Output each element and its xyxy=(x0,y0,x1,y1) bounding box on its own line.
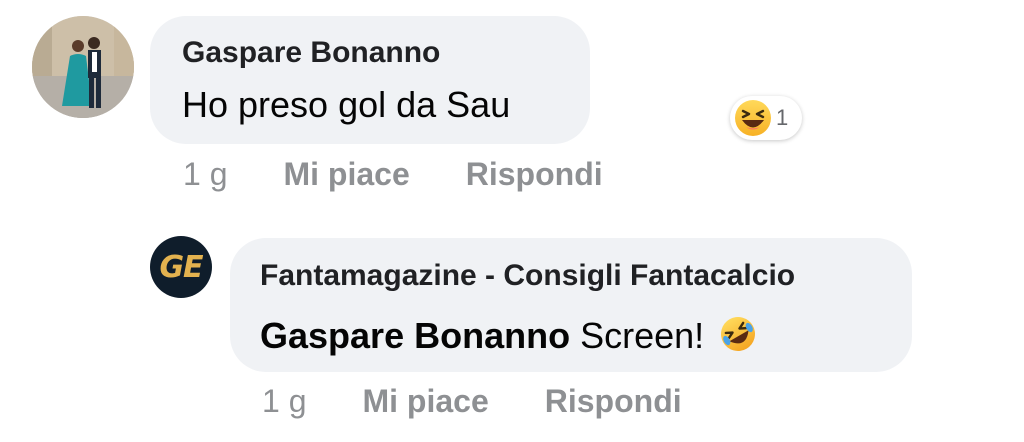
reply-like-button[interactable]: Mi piace xyxy=(362,383,488,420)
comment-text: Ho preso gol da Sau xyxy=(182,84,511,125)
reply-text: Gaspare Bonanno Screen! xyxy=(260,314,758,357)
reply-author[interactable]: Fantamagazine - Consigli Fantacalcio xyxy=(260,259,795,293)
page-avatar[interactable]: GE xyxy=(150,236,212,298)
comment-author[interactable]: Gaspare Bonanno xyxy=(182,36,440,70)
reply-button[interactable]: Rispondi xyxy=(466,156,603,193)
reply-bubble: Fantamagazine - Consigli Fantacalcio Gas… xyxy=(230,238,912,372)
profile-photo-icon xyxy=(32,16,134,118)
reaction-badge[interactable]: 1 xyxy=(730,96,803,140)
comment-bubble: Gaspare Bonanno Ho preso gol da Sau 1 xyxy=(150,16,803,144)
reply-actions: 1 g Mi piace Rispondi xyxy=(262,383,682,420)
reaction-count: 1 xyxy=(776,105,789,130)
page-logo-text: GE xyxy=(159,249,203,285)
like-button[interactable]: Mi piace xyxy=(283,156,409,193)
user-avatar[interactable] xyxy=(32,16,134,118)
laughing-squint-face-icon xyxy=(734,99,772,137)
mention-link[interactable]: Gaspare Bonanno xyxy=(260,315,570,356)
reply-timestamp[interactable]: 1 g xyxy=(262,383,306,420)
reply-reply-button[interactable]: Rispondi xyxy=(545,383,682,420)
comment-timestamp[interactable]: 1 g xyxy=(183,156,227,193)
reply-message: Screen! xyxy=(580,315,705,356)
comment-actions: 1 g Mi piace Rispondi xyxy=(183,156,603,193)
rofl-emoji-icon xyxy=(718,314,758,354)
